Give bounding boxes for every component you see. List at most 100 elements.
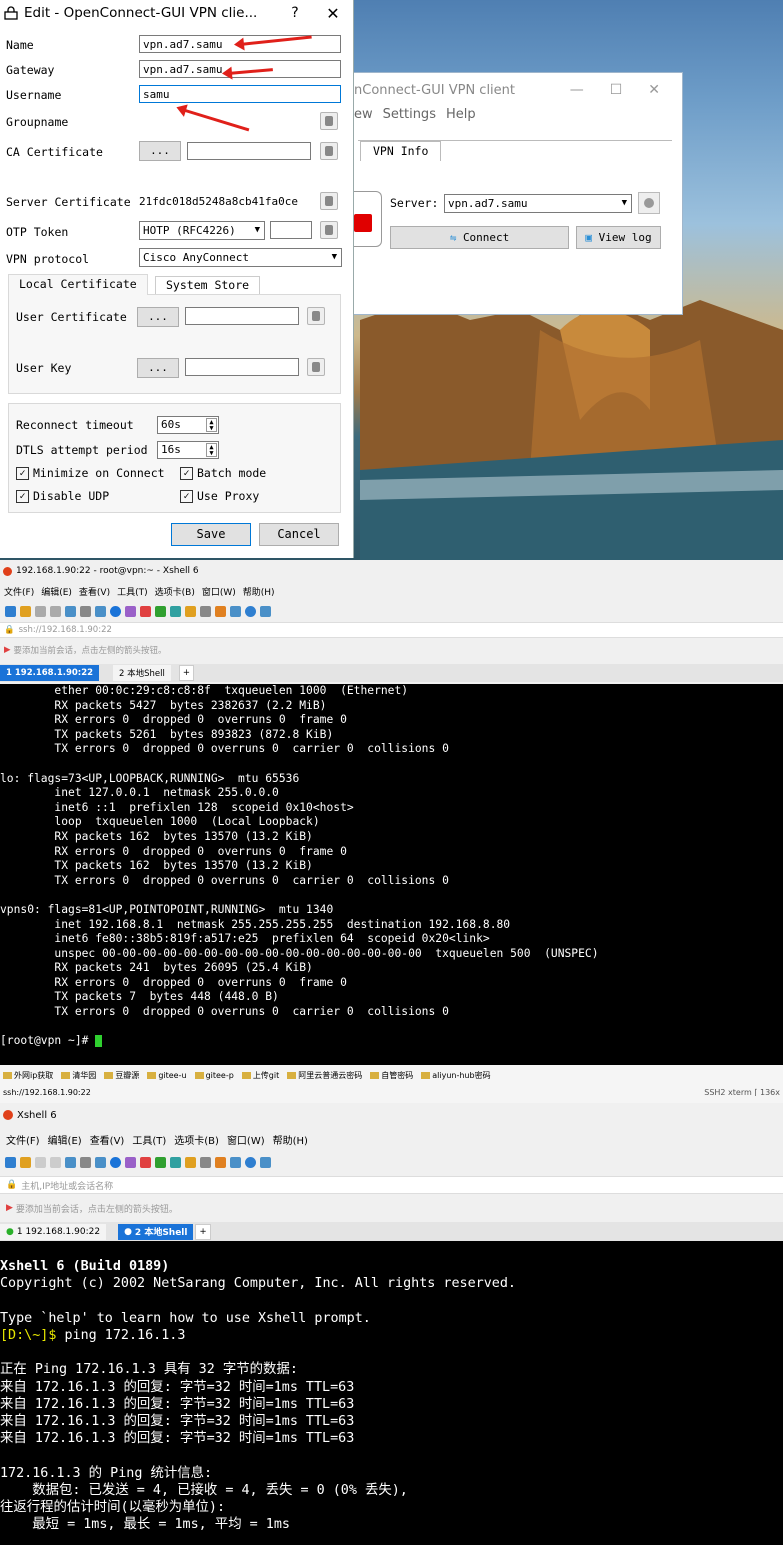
ca-browse-button[interactable]: ... — [139, 141, 181, 161]
bookmark-item[interactable]: gitee-p — [194, 1071, 234, 1080]
globe-icon[interactable] — [110, 605, 121, 617]
copy-icon[interactable] — [95, 1156, 106, 1168]
otp-secret-input[interactable] — [270, 221, 312, 239]
help-button[interactable]: ? — [277, 5, 313, 21]
user-key-browse-button[interactable]: ... — [137, 358, 179, 378]
menu-item[interactable]: 帮助(H) — [243, 585, 275, 598]
xshell2-terminal[interactable]: Xshell 6 (Build 0189) Copyright (c) 2002 … — [0, 1241, 783, 1545]
bookmark-item[interactable]: 阿里云普通云密码 — [287, 1070, 362, 1081]
link-icon[interactable] — [35, 1156, 46, 1168]
keyboard-icon[interactable] — [200, 605, 211, 617]
xmanager-icon[interactable] — [155, 605, 166, 617]
help-icon[interactable] — [245, 605, 256, 617]
reconnect-timeout-spinner[interactable]: 60s ▲ ▼ — [157, 416, 219, 434]
menu-view[interactable]: ew — [354, 107, 373, 131]
xftp-icon[interactable] — [140, 605, 151, 617]
batch-mode-checkbox[interactable]: ✓ Batch mode — [180, 466, 266, 480]
copy-icon[interactable] — [95, 605, 106, 617]
clear-icon[interactable] — [307, 307, 325, 325]
font-icon[interactable] — [125, 605, 136, 617]
menu-item[interactable]: 查看(V) — [90, 1132, 125, 1147]
bookmark-item[interactable]: 上传git — [241, 1070, 279, 1081]
connect-button[interactable]: ⇋ Connect — [390, 226, 569, 249]
vpn-protocol-combo[interactable]: Cisco AnyConnect ▼ — [139, 248, 342, 267]
script-icon[interactable] — [215, 605, 226, 617]
close-button[interactable]: ✕ — [648, 82, 660, 98]
bookmark-item[interactable]: gitee-u — [147, 1071, 187, 1080]
tab-session-1[interactable]: 1 192.168.1.90:22 — [0, 665, 100, 681]
xmanager-icon[interactable] — [155, 1156, 166, 1168]
menu-item[interactable]: 工具(T) — [117, 585, 148, 598]
search-icon[interactable] — [80, 1156, 91, 1168]
bookmark-item[interactable]: aliyun-hub密码 — [421, 1070, 491, 1081]
xshell1-terminal[interactable]: ether 00:0c:29:c8:c8:8f txqueuelen 1000 … — [0, 684, 783, 1065]
disable-udp-checkbox[interactable]: ✓ Disable UDP — [16, 489, 109, 503]
menu-item[interactable]: 工具(T) — [132, 1132, 166, 1147]
menu-item[interactable]: 编辑(E) — [41, 585, 72, 598]
globe-icon[interactable] — [110, 1156, 121, 1168]
clear-icon[interactable] — [320, 221, 338, 239]
fullscreen-icon[interactable] — [170, 1156, 181, 1168]
server-combo[interactable]: vpn.ad7.samu ▼ — [444, 194, 632, 213]
clear-icon[interactable] — [307, 358, 325, 376]
dtls-period-spinner[interactable]: 16s ▲ ▼ — [157, 441, 219, 459]
link-icon[interactable] — [35, 605, 46, 617]
menu-item[interactable]: 窗口(W) — [202, 585, 236, 598]
help-icon[interactable] — [245, 1156, 256, 1168]
lock-icon[interactable] — [185, 605, 196, 617]
menu-item[interactable]: 选项卡(B) — [174, 1132, 219, 1147]
menu-item[interactable]: 选项卡(B) — [155, 585, 195, 598]
new-session-icon[interactable] — [5, 605, 16, 617]
clear-icon[interactable] — [320, 142, 338, 160]
layout-icon[interactable] — [230, 1156, 241, 1168]
view-log-button[interactable]: ▣ View log — [576, 226, 661, 249]
user-key-input[interactable] — [185, 358, 299, 376]
ca-certificate-input[interactable] — [187, 142, 311, 160]
xftp-icon[interactable] — [140, 1156, 151, 1168]
use-proxy-checkbox[interactable]: ✓ Use Proxy — [180, 489, 259, 503]
save-button[interactable]: Save — [171, 523, 251, 546]
tab-session-1[interactable]: ● 1 192.168.1.90:22 — [0, 1223, 107, 1240]
properties-icon[interactable] — [65, 1156, 76, 1168]
script-icon[interactable] — [215, 1156, 226, 1168]
minimize-button[interactable]: — — [570, 82, 584, 98]
gateway-input[interactable]: vpn.ad7.samu — [139, 60, 341, 78]
minimize-on-connect-checkbox[interactable]: ✓ Minimize on Connect — [16, 466, 165, 480]
open-folder-icon[interactable] — [20, 1156, 31, 1168]
cancel-button[interactable]: Cancel — [259, 523, 339, 546]
add-tab-button[interactable]: + — [178, 665, 195, 681]
keyboard-icon[interactable] — [200, 1156, 211, 1168]
bookmark-item[interactable]: 清华园 — [61, 1070, 96, 1081]
close-button[interactable]: ✕ — [313, 4, 353, 23]
clear-icon[interactable] — [320, 112, 338, 130]
lock-icon[interactable] — [185, 1156, 196, 1168]
properties-icon[interactable] — [65, 605, 76, 617]
user-cert-browse-button[interactable]: ... — [137, 307, 179, 327]
username-input[interactable]: samu — [139, 85, 341, 103]
unlink-icon[interactable] — [50, 605, 61, 617]
server-settings-button[interactable] — [638, 192, 660, 214]
add-tab-button[interactable]: + — [195, 1223, 211, 1240]
tab-local-certificate[interactable]: Local Certificate — [8, 274, 148, 295]
open-folder-icon[interactable] — [20, 605, 31, 617]
tab-local-shell[interactable]: ● 2 本地Shell — [118, 1223, 194, 1240]
menu-item[interactable]: 文件(F) — [4, 585, 34, 598]
menu-item[interactable]: 文件(F) — [6, 1132, 40, 1147]
bookmark-item[interactable]: 外网ip获取 — [3, 1070, 53, 1081]
font-icon[interactable] — [125, 1156, 136, 1168]
menu-item[interactable]: 窗口(W) — [227, 1132, 265, 1147]
menu-help[interactable]: Help — [446, 107, 476, 131]
user-certificate-input[interactable] — [185, 307, 299, 325]
menu-item[interactable]: 帮助(H) — [273, 1132, 308, 1147]
chat-icon[interactable] — [260, 605, 271, 617]
clear-icon[interactable] — [320, 192, 338, 210]
fullscreen-icon[interactable] — [170, 605, 181, 617]
menu-item[interactable]: 查看(V) — [79, 585, 110, 598]
maximize-button[interactable]: ☐ — [610, 82, 623, 98]
tab-vpn-info[interactable]: VPN Info — [360, 141, 442, 161]
search-icon[interactable] — [80, 605, 91, 617]
new-session-icon[interactable] — [5, 1156, 16, 1168]
layout-icon[interactable] — [230, 605, 241, 617]
bookmark-item[interactable]: 豆瓣源 — [104, 1070, 139, 1081]
menu-settings[interactable]: Settings — [383, 107, 436, 131]
